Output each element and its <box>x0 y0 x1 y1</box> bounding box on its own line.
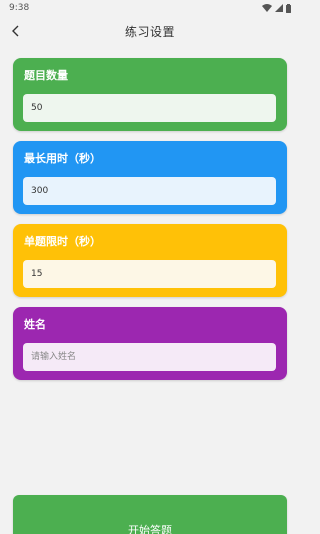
name-input[interactable] <box>23 343 276 371</box>
max-time-label: 最长用时（秒） <box>24 152 101 165</box>
status-time: 9:38 <box>9 3 30 13</box>
question-count-label: 题目数量 <box>24 69 68 82</box>
status-bar: 9:38 <box>0 0 300 16</box>
toolbar: 练习设置 <box>0 16 300 46</box>
per-question-time-input[interactable] <box>23 260 276 288</box>
per-question-time-card: 单题限时（秒） <box>13 224 287 297</box>
max-time-input[interactable] <box>23 177 276 205</box>
per-question-time-label: 单题限时（秒） <box>24 235 101 248</box>
wifi-icon <box>262 4 272 12</box>
page-title: 练习设置 <box>124 24 175 39</box>
chevron-left-icon <box>12 25 19 37</box>
status-icons <box>262 3 291 13</box>
name-label: 姓名 <box>24 318 46 331</box>
signal-icon <box>275 4 283 12</box>
question-count-input[interactable] <box>23 94 276 122</box>
start-quiz-button[interactable]: 开始答题 <box>13 495 287 534</box>
max-time-card: 最长用时（秒） <box>13 141 287 214</box>
battery-icon <box>286 3 291 13</box>
question-count-card: 题目数量 <box>13 58 287 131</box>
name-card: 姓名 <box>13 307 287 380</box>
back-button[interactable] <box>6 21 26 41</box>
